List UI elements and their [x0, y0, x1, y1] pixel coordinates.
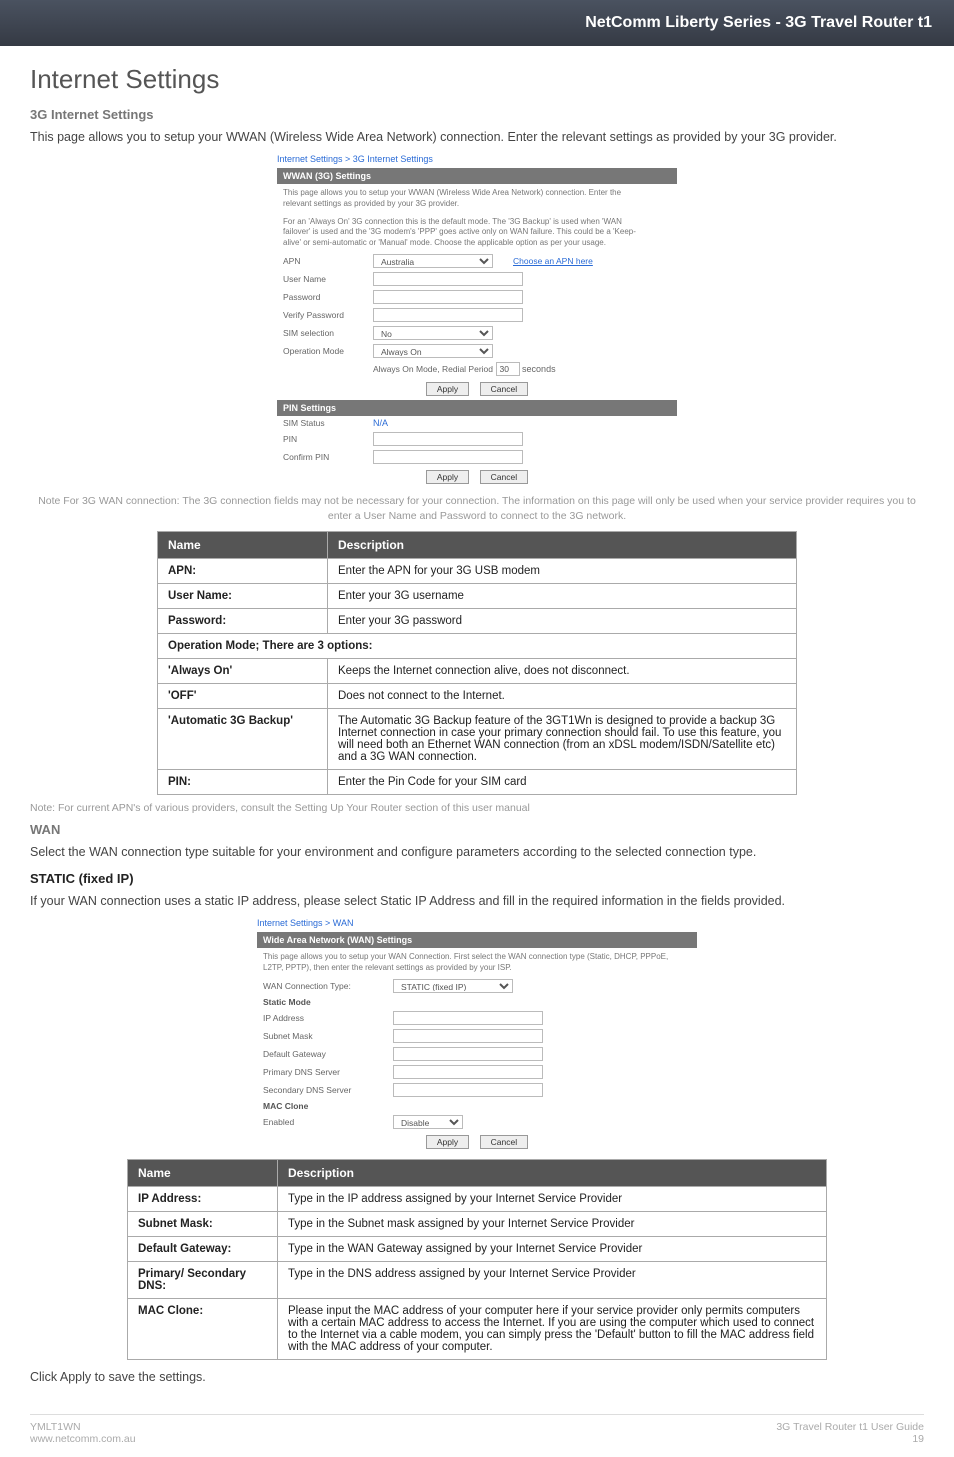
ss1-user-input[interactable]: [373, 272, 523, 286]
ss1-op-label: Operation Mode: [283, 346, 373, 356]
ss2-gw-label: Default Gateway: [263, 1049, 393, 1059]
ss1-choose-apn-link[interactable]: Choose an APN here: [513, 256, 593, 266]
subhead-wan: WAN: [30, 822, 924, 837]
ss2-enabled-select[interactable]: Disable: [393, 1115, 463, 1129]
ss2-apply-button[interactable]: Apply: [426, 1135, 469, 1149]
ss2-enabled-label: Enabled: [263, 1117, 393, 1127]
t2-head-name: Name: [128, 1160, 278, 1187]
table-row: 'Automatic 3G Backup'The Automatic 3G Ba…: [158, 709, 797, 770]
t1-head-desc: Description: [328, 532, 797, 559]
top-banner: NetComm Liberty Series - 3G Travel Route…: [0, 0, 954, 46]
ss2-sdns-input[interactable]: [393, 1083, 543, 1097]
ss1-op-select[interactable]: Always On: [373, 344, 493, 358]
footer-url: www.netcomm.com.au: [30, 1433, 136, 1445]
ss1-pin-label: PIN: [283, 434, 373, 444]
ss1-pin-apply-button[interactable]: Apply: [426, 470, 469, 484]
ss1-bar-wwan: WWAN (3G) Settings: [277, 168, 677, 184]
t1-head-name: Name: [158, 532, 328, 559]
footer-model: YMLT1WN: [30, 1421, 136, 1433]
ss1-confirm-input[interactable]: [373, 450, 523, 464]
table-wan-fields: NameDescription IP Address:Type in the I…: [127, 1159, 827, 1360]
table-row: MAC Clone:Please input the MAC address o…: [128, 1299, 827, 1360]
ss2-ip-input[interactable]: [393, 1011, 543, 1025]
ss1-redial-label: Always On Mode, Redial Period: [373, 364, 493, 374]
ss1-redial-unit: seconds: [522, 364, 556, 374]
ss2-wantype-select[interactable]: STATIC (fixed IP): [393, 979, 513, 993]
ss2-static-mode: Static Mode: [263, 997, 393, 1007]
ss1-pin-cancel-button[interactable]: Cancel: [480, 470, 528, 484]
ss2-bar: Wide Area Network (WAN) Settings: [257, 932, 697, 948]
table-row: IP Address:Type in the IP address assign…: [128, 1187, 827, 1212]
screenshot-wan-static: Internet Settings > WAN Wide Area Networ…: [30, 918, 924, 1153]
static-text: If your WAN connection uses a static IP …: [30, 892, 924, 910]
ss1-pass-label: Password: [283, 292, 373, 302]
note-apn: Note: For current APN's of various provi…: [30, 801, 924, 816]
page-content: Internet Settings 3G Internet Settings T…: [0, 46, 954, 1404]
table-row: APN:Enter the APN for your 3G USB modem: [158, 559, 797, 584]
ss2-pdns-label: Primary DNS Server: [263, 1067, 393, 1077]
ss2-subnet-label: Subnet Mask: [263, 1031, 393, 1041]
ss1-confirm-label: Confirm PIN: [283, 452, 373, 462]
ss2-breadcrumb: Internet Settings > WAN: [257, 918, 697, 928]
ss1-note1: This page allows you to setup your WWAN …: [277, 184, 657, 213]
ss1-pass-input[interactable]: [373, 290, 523, 304]
table-row: Subnet Mask:Type in the Subnet mask assi…: [128, 1212, 827, 1237]
ss1-sim-label: SIM selection: [283, 328, 373, 338]
ss1-apn-label: APN: [283, 256, 373, 266]
footer-guide: 3G Travel Router t1 User Guide: [776, 1421, 924, 1433]
ss1-verify-label: Verify Password: [283, 310, 373, 320]
ss2-gw-input[interactable]: [393, 1047, 543, 1061]
ss1-note2: For an 'Always On' 3G connection this is…: [277, 213, 657, 252]
note-3g-wan: Note For 3G WAN connection: The 3G conne…: [30, 494, 924, 523]
ss1-redial-input[interactable]: [496, 362, 520, 376]
ss1-sim-select[interactable]: No: [373, 326, 493, 340]
table-row: Primary/ Secondary DNS:Type in the DNS a…: [128, 1262, 827, 1299]
ss2-note: This page allows you to setup your WAN C…: [257, 948, 687, 977]
t2-head-desc: Description: [278, 1160, 827, 1187]
page-title: Internet Settings: [30, 64, 924, 95]
ss1-simstatus-value: N/A: [373, 418, 388, 428]
table-row: PIN:Enter the Pin Code for your SIM card: [158, 770, 797, 795]
ss2-pdns-input[interactable]: [393, 1065, 543, 1079]
apply-note: Click Apply to save the settings.: [30, 1368, 924, 1386]
table-row: User Name:Enter your 3G username: [158, 584, 797, 609]
wan-text: Select the WAN connection type suitable …: [30, 843, 924, 861]
ss1-user-label: User Name: [283, 274, 373, 284]
ss2-wantype-label: WAN Connection Type:: [263, 981, 393, 991]
banner-title: NetComm Liberty Series - 3G Travel Route…: [585, 14, 932, 31]
table-row: Default Gateway:Type in the WAN Gateway …: [128, 1237, 827, 1262]
screenshot-3g-settings: Internet Settings > 3G Internet Settings…: [30, 154, 924, 488]
ss2-cancel-button[interactable]: Cancel: [480, 1135, 528, 1149]
table-row: 'Always On'Keeps the Internet connection…: [158, 659, 797, 684]
subhead-static: STATIC (fixed IP): [30, 871, 924, 886]
ss2-ip-label: IP Address: [263, 1013, 393, 1023]
table-row: 'OFF'Does not connect to the Internet.: [158, 684, 797, 709]
page-footer: YMLT1WN www.netcomm.com.au 3G Travel Rou…: [30, 1414, 924, 1457]
intro-3g: This page allows you to setup your WWAN …: [30, 128, 924, 146]
ss1-verify-input[interactable]: [373, 308, 523, 322]
ss1-apn-select[interactable]: Australia: [373, 254, 493, 268]
ss1-simstatus-label: SIM Status: [283, 418, 373, 428]
subhead-3g: 3G Internet Settings: [30, 107, 924, 122]
ss1-breadcrumb: Internet Settings > 3G Internet Settings: [277, 154, 677, 164]
ss1-pin-input[interactable]: [373, 432, 523, 446]
footer-page: 19: [776, 1433, 924, 1445]
ss2-mac-head: MAC Clone: [263, 1101, 393, 1111]
ss2-subnet-input[interactable]: [393, 1029, 543, 1043]
ss1-apply-button[interactable]: Apply: [426, 382, 469, 396]
table-row: Password:Enter your 3G password: [158, 609, 797, 634]
table-3g-fields: NameDescription APN:Enter the APN for yo…: [157, 531, 797, 795]
ss2-sdns-label: Secondary DNS Server: [263, 1085, 393, 1095]
table-row-span: Operation Mode; There are 3 options:: [158, 634, 797, 659]
ss1-cancel-button[interactable]: Cancel: [480, 382, 528, 396]
ss1-bar-pin: PIN Settings: [277, 400, 677, 416]
